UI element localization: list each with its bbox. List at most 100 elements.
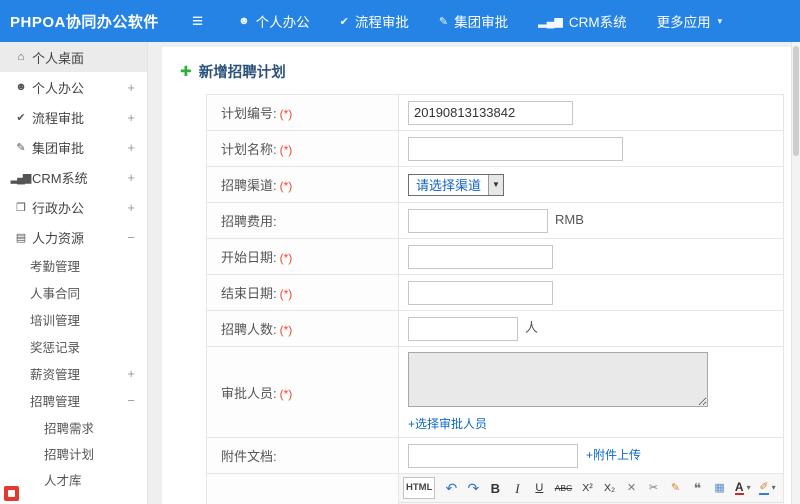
approver-picker-link[interactable]: +选择审批人员 xyxy=(408,415,487,432)
sidebar-item[interactable]: 奖惩记录 xyxy=(0,333,147,360)
editor-toolbar-button-glyph: U xyxy=(535,481,544,494)
sidebar-item[interactable]: 考勤管理 xyxy=(0,252,147,279)
top-menu-item-icon: ☻ xyxy=(238,15,250,27)
plan-number-input[interactable] xyxy=(408,100,573,125)
editor-toolbar-button[interactable]: HTML xyxy=(403,477,436,499)
editor-toolbar-button[interactable]: ✎ xyxy=(666,477,686,499)
editor-toolbar-button[interactable]: ✐ xyxy=(756,477,779,499)
sidebar-item[interactable]: 培训管理 xyxy=(0,306,147,333)
dropdown-arrow-icon: ▼ xyxy=(488,174,503,195)
sidebar-item-icon: ▤ xyxy=(15,231,26,244)
service-float-icon[interactable] xyxy=(4,486,19,501)
sidebar-item-icon: ✎ xyxy=(16,141,25,154)
attachment-upload-link[interactable]: +附件上传 xyxy=(586,448,641,462)
end-date-input[interactable] xyxy=(408,280,553,305)
expand-toggle-icon[interactable]: − xyxy=(127,230,135,245)
content-panel: ✚ 新增招聘计划 计划编号:(*) 计划名称:(*) xyxy=(162,47,791,504)
field-label: 计划编号: xyxy=(221,106,277,121)
sidebar-item[interactable]: 招聘需求 xyxy=(0,414,147,440)
sidebar-item[interactable]: ✔ 流程审批 + xyxy=(0,102,147,132)
field-label: 附件文档: xyxy=(221,449,277,464)
field-label: 计划名称: xyxy=(221,142,277,157)
fee-unit-label: RMB xyxy=(555,211,584,227)
required-mark: (*) xyxy=(279,107,293,121)
editor-toolbar-button[interactable]: B xyxy=(485,477,505,499)
editor-toolbar-button-glyph: A xyxy=(734,480,744,495)
top-menu-item-label: 个人办公 xyxy=(255,15,310,30)
editor-toolbar-button-glyph: HTML xyxy=(406,482,433,494)
plan-name-input[interactable] xyxy=(408,136,623,161)
sidebar-item-icon: ⌂ xyxy=(17,51,25,63)
hamburger-menu-icon[interactable]: ≡ xyxy=(192,12,203,31)
scrollbar-thumb[interactable] xyxy=(793,46,799,156)
sidebar-item[interactable]: ✎ 集团审批 + xyxy=(0,132,147,162)
top-menu-item-icon: ✔ xyxy=(339,15,349,28)
editor-toolbar-button[interactable]: ABC xyxy=(551,477,575,499)
editor-toolbar-button-glyph: I xyxy=(515,480,520,496)
expand-toggle-icon[interactable]: + xyxy=(127,366,135,381)
sidebar-item-label: 招聘计划 xyxy=(44,447,95,462)
form-row-approvers: 审批人员: (*) +选择审批人员 xyxy=(206,346,784,438)
top-menu-item[interactable]: ☻ 个人办公 xyxy=(223,0,325,42)
sidebar-item[interactable]: ▂▄▆ CRM系统 + xyxy=(0,162,147,192)
top-menu-item[interactable]: ✎ 集团审批 xyxy=(424,0,523,42)
sidebar-item-icon: ✔ xyxy=(16,111,25,124)
expand-toggle-icon[interactable]: + xyxy=(127,110,135,125)
expand-toggle-icon[interactable]: − xyxy=(127,393,135,408)
editor-toolbar-button[interactable]: X₂ xyxy=(600,477,620,499)
expand-toggle-icon[interactable]: + xyxy=(127,80,135,95)
required-mark: (*) xyxy=(279,323,293,337)
sidebar-item-label: 流程审批 xyxy=(32,110,85,126)
editor-toolbar-button[interactable]: ❝ xyxy=(688,477,708,499)
top-menu-item[interactable]: 更多应用 ▾ xyxy=(642,0,738,42)
editor-toolbar-button[interactable]: ✕ xyxy=(622,477,642,499)
vertical-scrollbar[interactable] xyxy=(791,42,800,504)
editor-toolbar-button[interactable]: I xyxy=(507,477,527,499)
top-menu-item-label: 更多应用 xyxy=(656,15,711,30)
sidebar-item[interactable]: 人事合同 xyxy=(0,279,147,306)
editor-toolbar-button[interactable]: ↶ xyxy=(441,477,461,499)
sidebar-item-label: 行政办公 xyxy=(32,200,85,216)
sidebar-item[interactable]: 薪资管理 + xyxy=(0,360,147,387)
required-mark: (*) xyxy=(279,287,293,301)
app-brand: PHPOA协同办公软件 xyxy=(10,13,159,31)
editor-toolbar-button[interactable]: U xyxy=(529,477,549,499)
topbar: PHPOA协同办公软件 ≡ ☻ 个人办公 ✔ 流程审批 ✎ 集团审批 ▂▄▆ C… xyxy=(0,0,800,42)
headcount-input[interactable] xyxy=(408,316,518,341)
expand-toggle-icon[interactable]: + xyxy=(127,200,135,215)
editor-toolbar-button[interactable]: A xyxy=(732,477,754,499)
editor-toolbar-button[interactable]: X² xyxy=(578,477,598,499)
editor-toolbar-button[interactable]: ▦ xyxy=(710,477,730,499)
required-mark: (*) xyxy=(279,179,293,193)
sidebar-item[interactable]: 招聘计划 xyxy=(0,440,147,466)
sidebar-item-label: 个人办公 xyxy=(32,80,85,96)
sidebar-item[interactable]: ❒ 行政办公 + xyxy=(0,192,147,222)
sidebar-item-label: 薪资管理 xyxy=(30,368,81,382)
editor-toolbar-button-glyph: ✐ xyxy=(759,480,769,495)
channel-selected-value: 请选择渠道 xyxy=(416,178,482,193)
editor-toolbar-button-glyph: B xyxy=(490,480,501,496)
rich-text-editor: HTML ↶ ↷ B I U ABC X² X₂ ✕ ✂ ✎ ❝ ▦ A ▾ ✐… xyxy=(399,474,783,504)
chevron-down-icon: ▾ xyxy=(717,15,723,26)
attachment-input[interactable] xyxy=(408,443,578,468)
channel-select[interactable]: 请选择渠道 ▼ xyxy=(408,173,504,196)
top-menu-item[interactable]: ▂▄▆ CRM系统 xyxy=(523,0,641,42)
editor-toolbar-button-glyph: ↷ xyxy=(467,480,480,496)
editor-toolbar-button-glyph: ABC xyxy=(554,482,573,493)
sidebar-item-label: 人才库 xyxy=(44,473,82,488)
approvers-textarea[interactable] xyxy=(408,352,708,407)
sidebar-item[interactable]: ▤ 人力资源 − xyxy=(0,222,147,252)
top-menu-item[interactable]: ✔ 流程审批 xyxy=(325,0,424,42)
expand-toggle-icon[interactable]: + xyxy=(127,140,135,155)
editor-toolbar-button[interactable]: ↷ xyxy=(463,477,483,499)
sidebar-item[interactable]: ☻ 个人办公 + xyxy=(0,72,147,102)
sidebar-item[interactable]: ⌂ 个人桌面 xyxy=(0,42,147,72)
editor-toolbar-button-glyph: X² xyxy=(582,481,593,494)
editor-toolbar-button-glyph: ✂ xyxy=(648,481,659,494)
expand-toggle-icon[interactable]: + xyxy=(127,170,135,185)
sidebar-item[interactable]: 招聘管理 − xyxy=(0,387,147,414)
start-date-input[interactable] xyxy=(408,244,553,269)
fee-input[interactable] xyxy=(408,208,548,233)
editor-toolbar-button[interactable]: ✂ xyxy=(644,477,664,499)
sidebar-item[interactable]: 人才库 xyxy=(0,466,147,492)
